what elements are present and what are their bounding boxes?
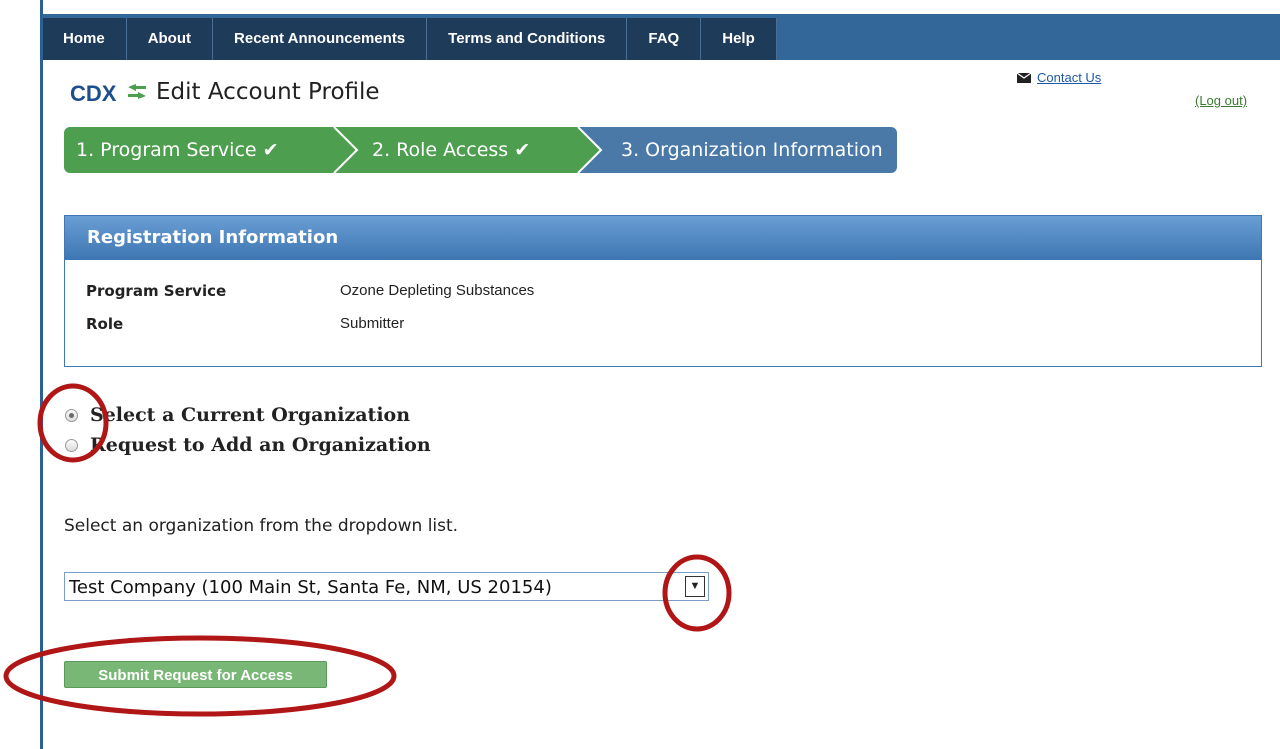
radio-button-checked[interactable]: [65, 408, 78, 422]
contact-us: Contact Us: [1017, 70, 1101, 85]
registration-row-label: Role: [86, 315, 124, 333]
registration-panel: Registration Information Program Service…: [64, 215, 1262, 367]
registration-row-value: Ozone Depleting Substances: [340, 282, 535, 299]
radio-select-current-organization[interactable]: Select a Current Organization: [65, 404, 410, 426]
radio-label[interactable]: Request to Add an Organization: [90, 434, 431, 456]
registration-panel-heading: Registration Information: [65, 216, 1261, 260]
radio-request-add-organization[interactable]: Request to Add an Organization: [65, 434, 431, 456]
top-nav-bar: Home About Recent Announcements Terms an…: [43, 14, 1280, 60]
nav-home[interactable]: Home: [43, 18, 127, 60]
contact-us-link[interactable]: Contact Us: [1037, 70, 1101, 85]
nav-terms-and-conditions[interactable]: Terms and Conditions: [427, 18, 628, 60]
nav-faq[interactable]: FAQ: [627, 18, 702, 60]
wizard-divider: [322, 127, 368, 173]
nav-recent-announcements[interactable]: Recent Announcements: [213, 18, 428, 60]
nav-about[interactable]: About: [126, 18, 214, 60]
wizard-step-organization-information: 3. Organization Information: [566, 127, 897, 173]
submit-request-button[interactable]: Submit Request for Access: [64, 661, 327, 688]
radio-button[interactable]: [65, 438, 78, 452]
instruction-text: Select an organization from the dropdown…: [64, 516, 459, 536]
cdx-logo-icon: CDX: [70, 81, 146, 106]
registration-row-value: Submitter: [340, 315, 405, 332]
page-title: Edit Account Profile: [156, 79, 380, 105]
logout-link[interactable]: (Log out): [1195, 93, 1247, 108]
wizard-divider: [566, 127, 612, 173]
top-nav-items: Home About Recent Announcements Terms an…: [43, 18, 777, 60]
organization-select[interactable]: Test Company (100 Main St, Santa Fe, NM,…: [64, 572, 709, 601]
registration-row-label: Program Service: [86, 282, 227, 300]
wizard-step-program-service[interactable]: 1. Program Service ✔: [64, 127, 334, 173]
page-frame: [40, 0, 1280, 749]
organization-select-value: Test Company (100 Main St, Santa Fe, NM,…: [69, 577, 552, 598]
chevron-down-icon[interactable]: ▼: [685, 576, 705, 597]
radio-label[interactable]: Select a Current Organization: [90, 404, 410, 426]
envelope-icon: [1017, 72, 1031, 83]
cdx-logo-text: CDX: [70, 81, 117, 106]
nav-help[interactable]: Help: [701, 18, 777, 60]
